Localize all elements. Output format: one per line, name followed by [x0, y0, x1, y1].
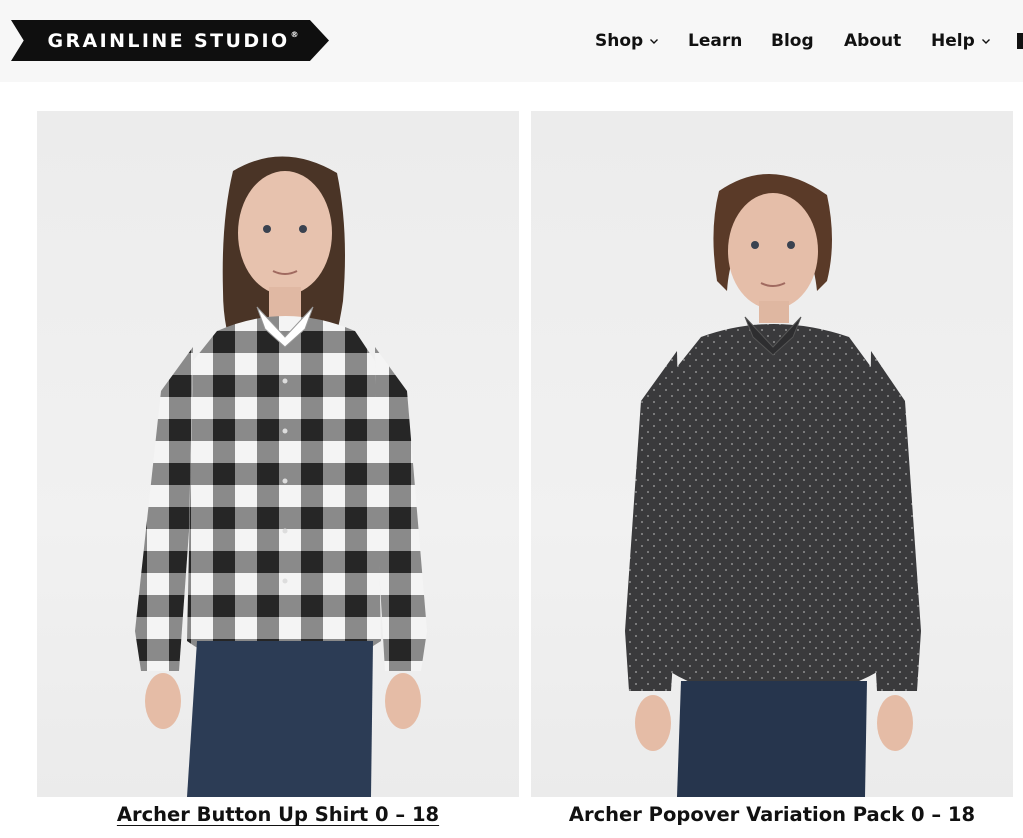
- nav-item-help[interactable]: Help: [931, 29, 991, 53]
- main-nav: Shop Learn Blog About Help: [0, 0, 1023, 82]
- model-photo-dotted-popover: [625, 173, 921, 797]
- nav-item-label: Shop: [595, 31, 644, 51]
- nav-item-shop[interactable]: Shop: [595, 29, 659, 53]
- nav-item-label: About: [844, 31, 902, 51]
- nav-item-label: Blog: [771, 31, 814, 51]
- nav-item-blog[interactable]: Blog: [771, 29, 814, 53]
- nav-item-label: Help: [931, 31, 975, 51]
- nav-item-learn[interactable]: Learn: [688, 29, 742, 53]
- product-title[interactable]: Archer Button Up Shirt 0 – 18: [37, 801, 519, 829]
- product-image[interactable]: [531, 111, 1013, 797]
- chevron-down-icon: [981, 39, 990, 44]
- model-photo-plaid-shirt: [135, 156, 427, 797]
- nav-item-cut-off[interactable]: [1017, 33, 1023, 49]
- nav-item-about[interactable]: About: [844, 29, 901, 53]
- nav-item-label: Learn: [688, 31, 743, 51]
- site-header: GRAINLINE STUDIO® Shop Learn Blog About …: [0, 0, 1023, 82]
- chevron-down-icon: [650, 39, 659, 44]
- product-title[interactable]: Archer Popover Variation Pack 0 – 18: [531, 801, 1013, 829]
- product-image[interactable]: [37, 111, 519, 797]
